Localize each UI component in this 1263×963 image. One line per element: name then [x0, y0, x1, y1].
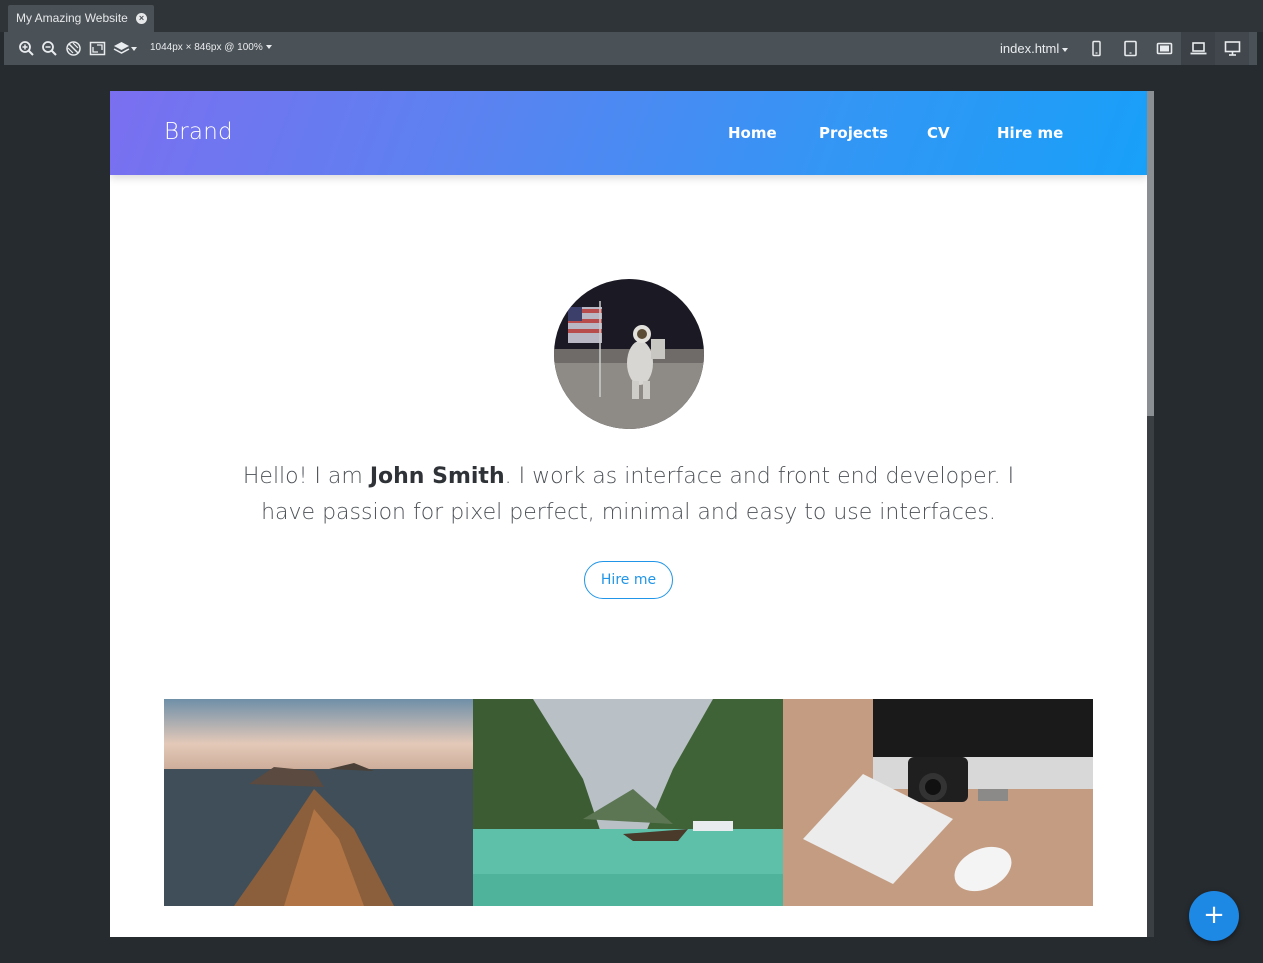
intro-before: Hello! I am [242, 464, 370, 489]
close-icon[interactable]: × [136, 13, 147, 24]
laptop-icon[interactable] [1181, 32, 1215, 65]
gallery-photo-lagoon[interactable] [473, 699, 783, 906]
preview-canvas: Brand Home Projects CV Hire me Hello! I … [110, 91, 1147, 937]
site-brand[interactable]: Brand [164, 119, 233, 145]
chevron-down-icon [265, 45, 272, 50]
add-button[interactable]: + [1189, 891, 1239, 941]
file-selector-dropdown[interactable]: index.html [1000, 41, 1069, 56]
gallery-photo-coast[interactable] [164, 699, 473, 906]
chevron-down-icon [1062, 47, 1069, 52]
resize-icon[interactable] [89, 40, 106, 57]
phone-icon[interactable] [1079, 32, 1113, 65]
viewport-dimensions-dropdown[interactable]: 1044px × 846px @ 100% [150, 42, 272, 53]
rotate-icon[interactable] [65, 40, 82, 57]
zoom-in-icon[interactable] [18, 40, 35, 57]
intro-text: Hello! I am John Smith. I work as interf… [230, 459, 1027, 531]
file-name-label: index.html [1000, 41, 1060, 56]
nav-link-home[interactable]: Home [728, 124, 777, 142]
hire-me-button[interactable]: Hire me [584, 561, 673, 599]
nav-link-cv[interactable]: CV [927, 124, 950, 142]
nav-link-hire-me[interactable]: Hire me [997, 124, 1063, 142]
editor-toolbar: 1044px × 846px @ 100% index.html [4, 32, 1257, 65]
tab-bar: My Amazing Website × [0, 0, 1263, 32]
preview-scrollbar-thumb[interactable] [1147, 91, 1154, 416]
intro-name: John Smith [369, 464, 505, 489]
gallery-photo-desk[interactable] [783, 699, 1093, 906]
zoom-out-icon[interactable] [41, 40, 58, 57]
site-navbar: Brand Home Projects CV Hire me [110, 91, 1147, 175]
layers-icon[interactable] [113, 40, 141, 57]
avatar [554, 279, 704, 429]
viewport-dimensions-label: 1044px × 846px @ 100% [150, 42, 263, 53]
nav-link-projects[interactable]: Projects [819, 124, 888, 142]
tab-title: My Amazing Website [16, 11, 128, 25]
desktop-icon[interactable] [1215, 32, 1249, 65]
tab-my-amazing-website[interactable]: My Amazing Website × [8, 5, 154, 32]
tablet-icon[interactable] [1113, 32, 1147, 65]
tablet-landscape-icon[interactable] [1147, 32, 1181, 65]
